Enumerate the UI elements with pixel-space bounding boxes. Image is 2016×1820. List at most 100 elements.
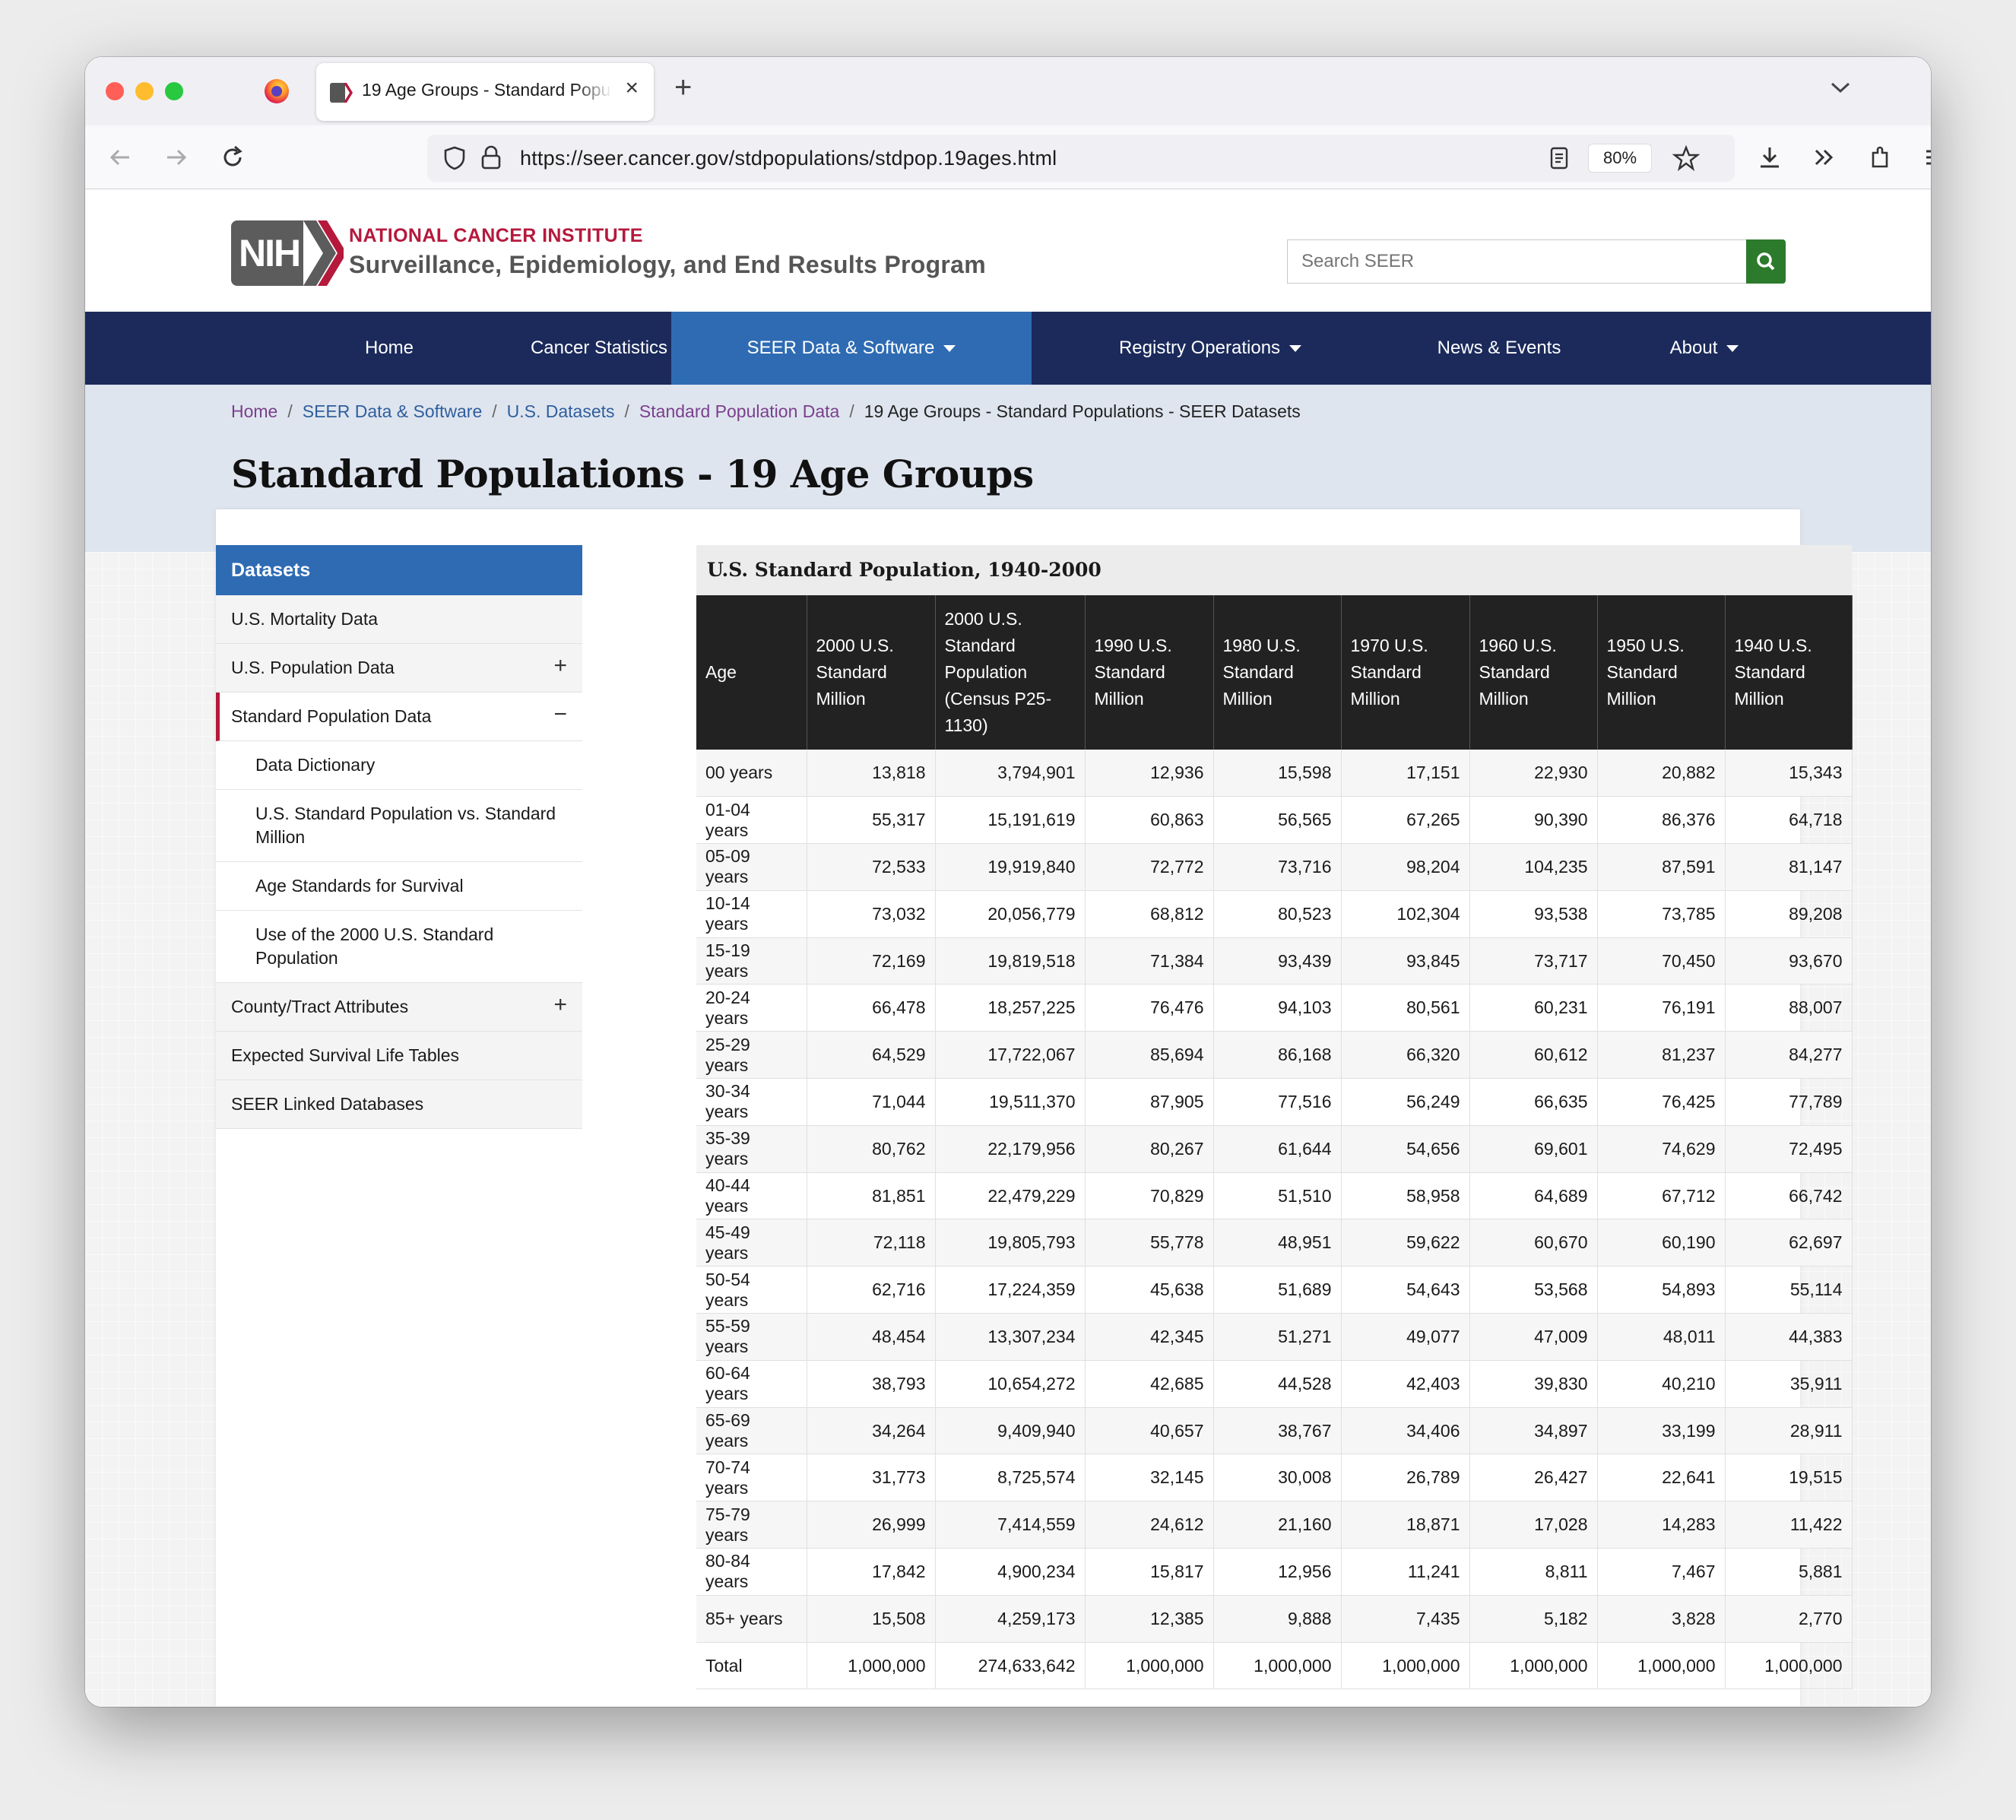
new-tab-button[interactable]: +	[674, 72, 692, 103]
bookmark-star-icon[interactable]	[1672, 144, 1700, 172]
breadcrumb-home[interactable]: Home	[231, 401, 277, 421]
shield-icon[interactable]	[442, 145, 467, 171]
value-cell: 26,427	[1469, 1454, 1598, 1502]
value-cell: 34,897	[1469, 1407, 1598, 1455]
sidebar-item-expected-survival-life-tables[interactable]: Expected Survival Life Tables	[216, 1032, 582, 1080]
value-cell: 7,414,559	[935, 1501, 1086, 1549]
search-button[interactable]	[1746, 239, 1786, 284]
value-cell: 17,151	[1341, 750, 1470, 797]
nav-about[interactable]: About	[1644, 312, 1765, 385]
nav-news-events[interactable]: News & Events	[1400, 312, 1598, 385]
value-cell: 72,533	[807, 843, 936, 891]
sidebar-item-age-standards-for-survival[interactable]: Age Standards for Survival	[216, 862, 582, 911]
value-cell: 12,936	[1085, 750, 1214, 797]
table-row: 15-19 years 72,169 19,819,518 71,384 93,439 9…	[696, 937, 1853, 985]
expand-plus-icon[interactable]: +	[553, 655, 567, 677]
table-row: 65-69 years 34,264 9,409,940 40,657 38,767 34…	[696, 1407, 1853, 1455]
sidebar-item-label: Use of the 2000 U.S. Standard Population	[255, 924, 494, 968]
sidebar-item-standard-population-data[interactable]: Standard Population Data −	[216, 693, 582, 741]
value-cell: 11,422	[1725, 1501, 1853, 1549]
firefox-view-icon[interactable]	[265, 79, 289, 103]
value-cell: 15,598	[1213, 750, 1342, 797]
sidebar-item-us-mortality-data[interactable]: U.S. Mortality Data	[216, 595, 582, 644]
lock-icon[interactable]	[480, 144, 502, 170]
age-cell: 15-19 years	[696, 937, 807, 985]
expand-plus-icon[interactable]: +	[553, 994, 567, 1016]
reload-icon[interactable]	[219, 144, 246, 171]
extensions-icon[interactable]	[1867, 144, 1894, 171]
value-cell: 55,114	[1725, 1266, 1853, 1314]
list-all-tabs-icon[interactable]	[1829, 80, 1852, 95]
table-row: 85+ years 15,508 4,259,173 12,385 9,888 7,435…	[696, 1595, 1853, 1643]
close-window-button[interactable]	[106, 82, 124, 100]
sidebar-item-county-tract-attributes[interactable]: County/Tract Attributes +	[216, 983, 582, 1032]
nav-registry-operations[interactable]: Registry Operations	[1073, 312, 1347, 385]
value-cell: 55,317	[807, 796, 936, 845]
value-cell: 89,208	[1725, 890, 1853, 938]
value-cell: 274,633,642	[935, 1642, 1086, 1690]
value-cell: 85,694	[1085, 1031, 1214, 1080]
nav-cancer-statistics-label: Cancer Statistics	[530, 338, 668, 358]
value-cell: 81,237	[1597, 1031, 1726, 1080]
value-cell: 40,210	[1597, 1360, 1726, 1408]
value-cell: 34,264	[807, 1407, 936, 1455]
value-cell: 34,406	[1341, 1407, 1470, 1455]
back-arrow-icon[interactable]	[106, 144, 134, 171]
browser-tab[interactable]: 19 Age Groups - Standard Populations - S…	[316, 63, 654, 121]
value-cell: 1,000,000	[1213, 1642, 1342, 1690]
breadcrumb-us-datasets[interactable]: U.S. Datasets	[507, 401, 615, 421]
navigation-toolbar: https://seer.cancer.gov/stdpopulations/s…	[85, 125, 1931, 189]
value-cell: 67,712	[1597, 1172, 1726, 1220]
institute-name[interactable]: NATIONAL CANCER INSTITUTE	[349, 225, 643, 247]
sidebar-item-use-of-2000-us-standard-population[interactable]: Use of the 2000 U.S. Standard Population	[216, 911, 582, 983]
menu-hamburger-icon[interactable]	[1922, 144, 1931, 171]
sidebar-item-seer-linked-databases[interactable]: SEER Linked Databases	[216, 1080, 582, 1129]
search-input[interactable]	[1287, 239, 1751, 284]
address-bar[interactable]: https://seer.cancer.gov/stdpopulations/s…	[427, 135, 1735, 182]
program-name[interactable]: Surveillance, Epidemiology, and End Resu…	[349, 251, 986, 279]
close-tab-icon[interactable]: ×	[625, 77, 639, 100]
value-cell: 48,011	[1597, 1313, 1726, 1361]
column-header: 1970 U.S. Standard Million	[1341, 595, 1470, 750]
maximize-window-button[interactable]	[165, 82, 183, 100]
content-area: Datasets U.S. Mortality Data U.S. Popula…	[216, 509, 1853, 1707]
value-cell: 1,000,000	[1469, 1642, 1598, 1690]
downloads-icon[interactable]	[1756, 144, 1783, 171]
sidebar-item-us-standard-population-vs-standard-million[interactable]: U.S. Standard Population vs. Standard Mi…	[216, 790, 582, 862]
nav-seer-data-software[interactable]: SEER Data & Software	[671, 312, 1032, 385]
value-cell: 54,893	[1597, 1266, 1726, 1314]
reader-view-icon[interactable]	[1549, 147, 1569, 170]
sidebar-item-label: U.S. Standard Population vs. Standard Mi…	[255, 804, 556, 847]
value-cell: 80,523	[1213, 890, 1342, 938]
value-cell: 72,169	[807, 937, 936, 985]
value-cell: 93,845	[1341, 937, 1470, 985]
value-cell: 76,476	[1085, 984, 1214, 1032]
web-page: NIH NATIONAL CANCER INSTITUTE Surveillan…	[85, 190, 1931, 1707]
table-caption: U.S. Standard Population, 1940-2000	[696, 545, 1852, 595]
sidebar-title[interactable]: Datasets	[216, 545, 582, 595]
value-cell: 22,479,229	[935, 1172, 1086, 1220]
breadcrumb-standard-population-data[interactable]: Standard Population Data	[639, 401, 839, 421]
nih-logo[interactable]: NIH	[231, 220, 303, 286]
value-cell: 70,829	[1085, 1172, 1214, 1220]
more-tools-chevron-icon[interactable]	[1811, 144, 1838, 171]
minimize-window-button[interactable]	[135, 82, 154, 100]
breadcrumb-seer-data-software[interactable]: SEER Data & Software	[303, 401, 483, 421]
value-cell: 47,009	[1469, 1313, 1598, 1361]
table-row: 35-39 years 80,762 22,179,956 80,267 61,644 5…	[696, 1125, 1853, 1173]
age-cell: 10-14 years	[696, 890, 807, 938]
column-header: 1980 U.S. Standard Million	[1213, 595, 1342, 750]
sidebar-item-data-dictionary[interactable]: Data Dictionary	[216, 741, 582, 790]
nih-logo-chevron-icon	[303, 220, 344, 286]
value-cell: 62,716	[807, 1266, 936, 1314]
sidebar-item-label: Expected Survival Life Tables	[231, 1045, 460, 1065]
url-text[interactable]: https://seer.cancer.gov/stdpopulations/s…	[520, 147, 1057, 170]
value-cell: 51,510	[1213, 1172, 1342, 1220]
zoom-level-badge[interactable]: 80%	[1588, 144, 1652, 173]
nav-home[interactable]: Home	[313, 312, 465, 385]
value-cell: 80,561	[1341, 984, 1470, 1032]
sidebar-item-us-population-data[interactable]: U.S. Population Data +	[216, 644, 582, 693]
value-cell: 17,842	[807, 1548, 936, 1596]
forward-arrow-icon[interactable]	[163, 144, 190, 171]
collapse-minus-icon[interactable]: −	[553, 703, 567, 726]
